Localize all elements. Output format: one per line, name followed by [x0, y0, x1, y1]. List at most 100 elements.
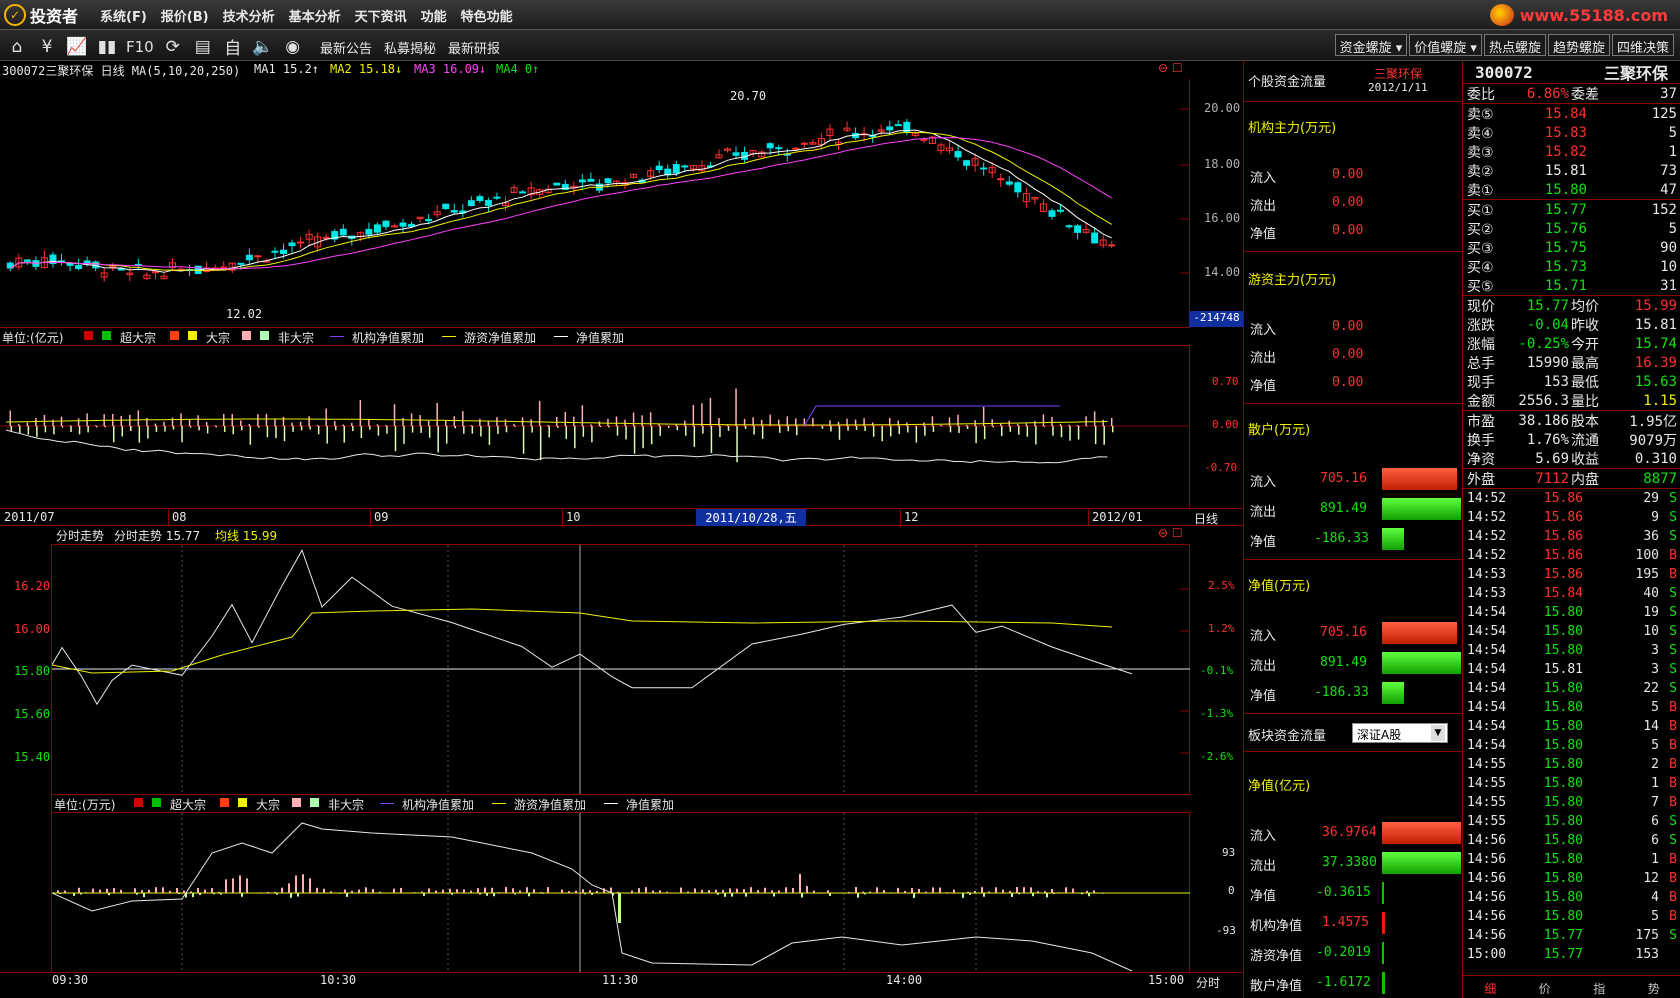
legend-swatch [292, 798, 301, 807]
fund-spiral-button[interactable]: 资金螺旋 ▾ [1334, 34, 1408, 56]
weicha-value: 37 [1660, 85, 1677, 102]
stat-value: 15990 [1526, 354, 1569, 371]
bid-row[interactable]: 买① 15.77 152 [1463, 200, 1680, 219]
record-icon[interactable]: ◉ [282, 37, 304, 57]
menu-bar: ✓ 投资者 系统(F) 报价(B) 技术分析 基本分析 天下资讯 功能 特色功能… [0, 0, 1680, 30]
menu-news[interactable]: 天下资讯 [355, 6, 407, 25]
bid-row[interactable]: 买③ 15.75 90 [1463, 238, 1680, 257]
stock-name: 三聚环保 [1603, 64, 1668, 83]
candle-body [467, 200, 475, 206]
link-private-fund[interactable]: 私募揭秘 [384, 38, 436, 57]
board-hot-label: 游资净值 [1250, 949, 1303, 964]
self-select-icon[interactable]: 自 [222, 34, 244, 59]
link-latest-research[interactable]: 最新研报 [448, 38, 500, 57]
tick-price: 15.77 [1543, 928, 1583, 943]
bid-row[interactable]: 买② 15.76 5 [1463, 219, 1680, 238]
candle-body [672, 164, 680, 174]
candle-body [476, 196, 484, 202]
legend-line [492, 803, 506, 804]
hot-spiral-button[interactable]: 热点螺旋 [1483, 34, 1546, 56]
legend-line [604, 803, 618, 804]
bid-row[interactable]: 买④ 15.73 10 [1463, 257, 1680, 276]
menu-fundamental[interactable]: 基本分析 [289, 6, 341, 25]
tick-price: 15.86 [1543, 548, 1583, 563]
menu-special[interactable]: 特色功能 [461, 6, 513, 25]
stat-label: 流通 [1571, 432, 1599, 449]
period-intraday[interactable]: 分时 [1196, 974, 1220, 991]
stat-value: 15.74 [1634, 335, 1677, 352]
value-spiral-button[interactable]: 价值螺旋 ▾ [1409, 34, 1482, 56]
tab-price[interactable]: 价 [1518, 976, 1573, 998]
ask-row[interactable]: 卖④ 15.83 5 [1463, 123, 1680, 142]
level-volume: 125 [1651, 105, 1677, 122]
tick-volume: 12 [1643, 871, 1659, 886]
trend-spiral-button[interactable]: 趋势螺旋 [1547, 34, 1610, 56]
retail-in-label: 流入 [1250, 475, 1277, 490]
board-select[interactable]: 深证A股 ▼ [1352, 723, 1448, 743]
legend-super-block: 超大宗 [120, 331, 157, 345]
stat-row: 现价 15.77 均价 15.99 [1463, 296, 1680, 315]
tick-volume: 2 [1651, 757, 1659, 772]
intraday-y-tick: 15.40 [14, 750, 51, 764]
f10-button[interactable]: F10 [126, 38, 154, 56]
candle-body [245, 254, 253, 261]
tick-volume: 4 [1651, 890, 1659, 905]
refresh-icon[interactable]: ⟳ [162, 37, 184, 57]
candle-body [382, 220, 390, 228]
net-net-label: 净值 [1250, 689, 1277, 704]
stat-row: 涨幅 -0.25% 今开 15.74 [1463, 334, 1680, 353]
hot-net-value: 0.00 [1332, 375, 1364, 390]
ask-row[interactable]: 卖⑤ 15.84 125 [1463, 104, 1680, 123]
app-logo[interactable]: ✓ 投资者 [4, 3, 78, 27]
chevron-down-icon[interactable]: ▼ [1431, 725, 1445, 741]
layout-icon[interactable]: ▤ [192, 37, 214, 57]
stat-value: -0.04 [1526, 316, 1569, 333]
stat-value: -0.25% [1518, 335, 1569, 352]
tick-price: 15.80 [1543, 890, 1583, 905]
menu-technical[interactable]: 技术分析 [223, 6, 275, 25]
candle-body [220, 266, 228, 269]
tick-time: 14:55 [1467, 757, 1507, 772]
menu-function[interactable]: 功能 [421, 6, 447, 25]
tick-price: 15.80 [1543, 833, 1583, 848]
tick-volume: 40 [1643, 586, 1659, 601]
menu-quote[interactable]: 报价(B) [161, 6, 209, 25]
tab-index[interactable]: 指 [1572, 976, 1627, 998]
tab-trend[interactable]: 势 [1627, 976, 1680, 998]
candle-body [681, 165, 689, 168]
four-dim-button[interactable]: 四维决策 [1611, 34, 1674, 56]
period-daily[interactable]: 日线 [1194, 510, 1218, 527]
menu-system[interactable]: 系统(F) [100, 6, 147, 25]
level-label: 买② [1467, 221, 1494, 238]
restore-icon[interactable]: ⊖ ☐ [1158, 61, 1183, 75]
intraday-title: 分时走势 [56, 529, 105, 543]
ask-row[interactable]: 卖② 15.81 73 [1463, 161, 1680, 180]
fund-flow-panel: 个股资金流量 三聚环保 2012/1/11 机构主力(万元) 流入 0.00 流… [1243, 61, 1463, 998]
legend-inst-cum: 机构净值累加 [402, 798, 475, 812]
home-icon[interactable]: ⌂ [6, 37, 28, 57]
ask-row[interactable]: 卖① 15.80 47 [1463, 180, 1680, 199]
tick-volume: 5 [1651, 909, 1659, 924]
stat-value: 1.95亿 [1629, 413, 1677, 430]
intraday-restore-icon[interactable]: ⊖ ☐ [1158, 526, 1183, 540]
sound-icon[interactable]: 🔈 [252, 37, 274, 57]
level-label: 卖④ [1467, 125, 1494, 142]
ask-row[interactable]: 卖③ 15.82 1 [1463, 142, 1680, 161]
tick-volume: 1 [1651, 852, 1659, 867]
bar-chart-icon[interactable]: ▮▮ [96, 37, 118, 57]
level-volume: 5 [1668, 220, 1677, 237]
trend-chart-icon[interactable]: 📈 [66, 37, 88, 57]
stats-list-2: 市盈 38.186 股本 1.95亿 换手 1.76% 流通 9079万 净资 5.69 收益 0.3… [1463, 411, 1680, 468]
yen-icon[interactable]: ¥ [36, 37, 58, 57]
tick-row: 14:55 15.80 1 B [1463, 774, 1680, 793]
ask-list: 卖⑤ 15.84 125 卖④ 15.83 5 卖③ 15.82 1 卖② 15.81 73 卖① 15.… [1463, 104, 1680, 199]
board-net-value: -0.3615 [1316, 885, 1371, 900]
tick-time: 14:52 [1467, 491, 1507, 506]
candle-body [373, 224, 381, 233]
intraday-flow-left [0, 794, 52, 972]
tab-detail[interactable]: 细 [1463, 976, 1518, 998]
bid-row[interactable]: 买⑤ 15.71 31 [1463, 276, 1680, 295]
flow-sep [1244, 251, 1463, 252]
stat-label: 换手 [1467, 432, 1495, 449]
link-latest-announcement[interactable]: 最新公告 [320, 38, 372, 57]
